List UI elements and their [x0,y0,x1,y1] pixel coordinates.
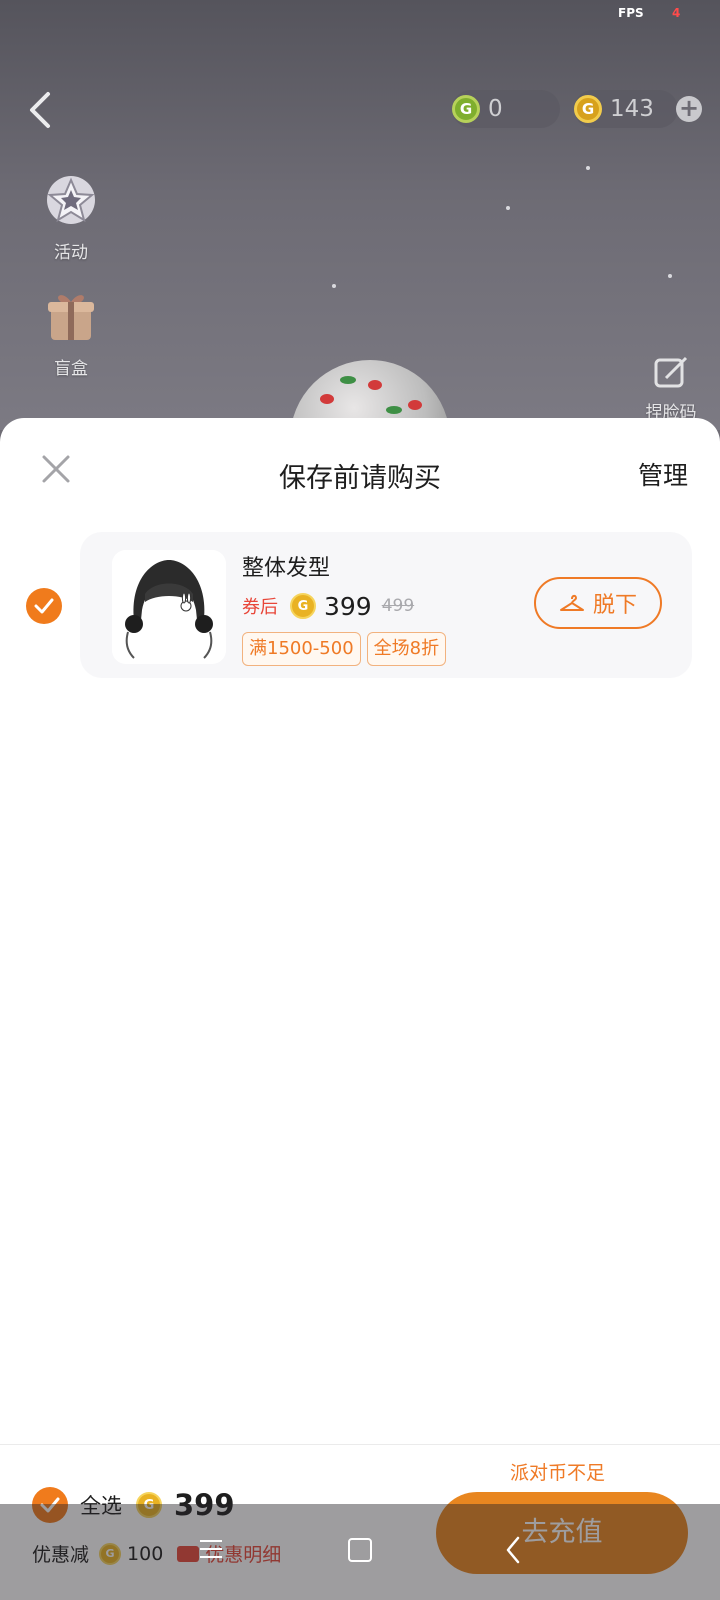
take-off-label: 脱下 [592,593,637,618]
item-checkbox[interactable] [26,588,62,624]
item-thumbnail [112,550,226,664]
green-coin-value: 0 [488,96,503,122]
gold-currency-pill[interactable]: G 143 [574,90,678,128]
promo-tag: 满1500-500 [242,632,361,666]
checkmark-icon [34,598,54,614]
footer-divider [0,1444,720,1445]
edit-icon [654,356,688,388]
manage-button[interactable]: 管理 [638,456,688,492]
gift-box-icon [48,295,94,340]
item-name: 整体发型 [242,556,331,581]
recents-button[interactable] [200,1540,222,1564]
green-coin-icon: G [452,95,480,123]
star-badge-icon [47,176,95,224]
fps-value: 4 [672,6,681,20]
side-item-label: 活动 [54,243,88,263]
add-currency-button[interactable]: + [676,96,702,122]
gold-coin-value: 143 [610,96,654,122]
gold-coin-icon: G [574,95,602,123]
face-code-button[interactable]: 捏脸码 [636,356,706,423]
item-price: 399 [324,591,372,621]
back-button[interactable] [22,88,58,132]
take-off-button[interactable]: 脱下 [534,577,662,629]
fps-label: FPS [618,6,644,20]
item-original-price: 499 [381,596,415,616]
system-back-button[interactable] [504,1536,522,1568]
insufficient-balance-label: 派对币不足 [510,1462,606,1484]
chevron-left-icon [30,92,50,128]
price-row: 券后 G 399 499 [242,590,414,622]
side-item-activity[interactable]: 活动 [36,170,106,263]
side-item-blind-box[interactable]: 盲盒 [36,286,106,379]
cart-item[interactable]: 整体发型 券后 G 399 499 满1500-500 全场8折 脱下 [80,532,692,678]
home-button[interactable] [348,1538,372,1562]
hanger-icon [559,594,584,611]
green-currency-pill[interactable]: G 0 [452,90,560,128]
gold-coin-icon: G [290,593,316,619]
hairstyle-image [112,550,226,664]
chevron-left-icon [506,1536,520,1564]
promo-tags: 满1500-500 全场8折 [242,632,452,666]
after-coupon-label: 券后 [242,597,278,618]
promo-tag: 全场8折 [366,632,447,666]
sheet-title: 保存前请购买 [279,463,441,494]
side-item-label: 盲盒 [54,359,88,379]
system-nav-bar [0,1504,720,1600]
